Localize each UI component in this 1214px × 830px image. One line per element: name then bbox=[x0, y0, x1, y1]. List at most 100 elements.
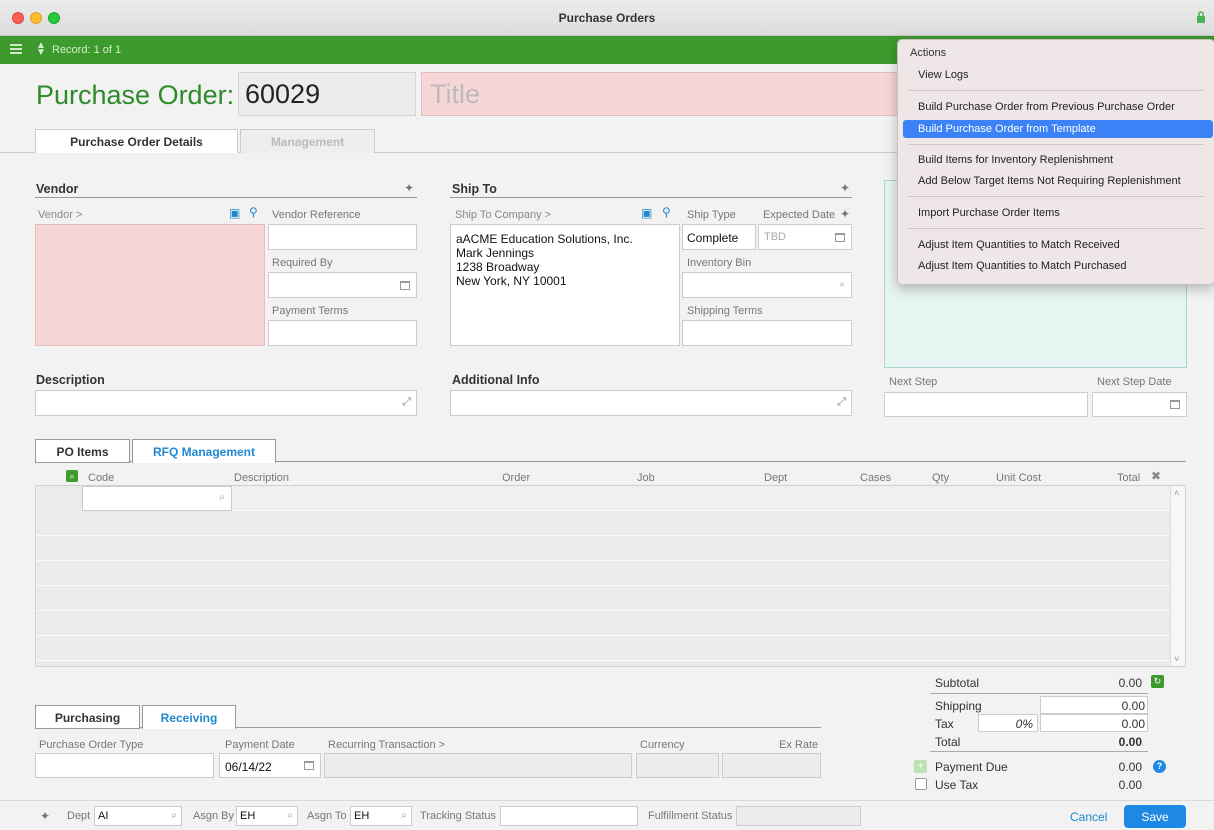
column-header[interactable]: Description bbox=[234, 472, 289, 484]
additional-info-input[interactable]: ⤢ bbox=[450, 390, 852, 416]
recalculate-icon[interactable]: ↻ bbox=[1151, 675, 1164, 688]
location-pin-icon[interactable]: ⚲ bbox=[662, 205, 671, 219]
ship-type-select[interactable]: Complete bbox=[682, 224, 756, 250]
tab-management[interactable]: Management bbox=[240, 129, 375, 153]
tax-input[interactable]: 0.00 bbox=[1040, 714, 1148, 732]
dept-input[interactable]: AI ⌕ bbox=[94, 806, 182, 826]
actions-menu[interactable]: Actions View Logs Build Purchase Order f… bbox=[897, 39, 1214, 285]
ship-to-address[interactable]: aACME Education Solutions, Inc. Mark Jen… bbox=[450, 224, 680, 346]
vendor-link[interactable]: Vendor > bbox=[38, 209, 82, 221]
expand-icon[interactable]: ⤢ bbox=[402, 396, 411, 409]
location-pin-icon[interactable]: ⚲ bbox=[249, 205, 258, 219]
asgn-by-input[interactable]: EH ⌕ bbox=[236, 806, 298, 826]
menu-item-adjust-received[interactable]: Adjust Item Quantities to Match Received bbox=[918, 239, 1120, 251]
table-row[interactable] bbox=[36, 636, 1170, 661]
list-icon[interactable] bbox=[10, 44, 22, 55]
add-payment-icon[interactable]: + bbox=[914, 760, 927, 773]
table-row[interactable] bbox=[36, 561, 1170, 586]
menu-item-import-items[interactable]: Import Purchase Order Items bbox=[918, 207, 1060, 219]
next-step-label: Next Step bbox=[889, 376, 938, 388]
lock-icon[interactable] bbox=[1196, 10, 1206, 24]
tab-po-items[interactable]: PO Items bbox=[35, 439, 130, 463]
tab-purchasing[interactable]: Purchasing bbox=[35, 705, 140, 729]
scroll-down-icon[interactable]: ˅ bbox=[1174, 654, 1179, 664]
tax-rate-input[interactable]: 0% bbox=[978, 714, 1038, 732]
next-step-input[interactable] bbox=[884, 392, 1088, 417]
vendor-section-title: Vendor bbox=[36, 182, 79, 196]
expected-date-input[interactable]: TBD bbox=[758, 224, 852, 250]
po-type-select[interactable] bbox=[35, 753, 214, 778]
shipping-input[interactable]: 0.00 bbox=[1040, 696, 1148, 714]
column-header[interactable]: Qty bbox=[932, 472, 949, 484]
cancel-button[interactable]: Cancel bbox=[1070, 810, 1107, 824]
table-row[interactable] bbox=[232, 486, 1170, 511]
scroll-up-icon[interactable]: ˄ bbox=[1174, 488, 1179, 498]
pin-icon[interactable]: ✦ bbox=[404, 181, 414, 195]
calendar-icon[interactable] bbox=[835, 233, 845, 242]
table-row[interactable] bbox=[36, 536, 1170, 561]
tracking-status-input[interactable] bbox=[500, 806, 638, 826]
inventory-bin-input[interactable]: ⌕ bbox=[682, 272, 852, 298]
pin-icon[interactable]: ✦ bbox=[840, 207, 850, 221]
clipboard-icon[interactable]: ▣ bbox=[641, 206, 652, 220]
table-row[interactable] bbox=[36, 586, 1170, 611]
table-row[interactable] bbox=[36, 611, 1170, 636]
pin-icon[interactable]: ✦ bbox=[840, 181, 850, 195]
expand-icon[interactable]: ⤢ bbox=[837, 396, 846, 409]
ship-to-company-link[interactable]: Ship To Company > bbox=[455, 209, 551, 221]
search-icon[interactable]: ⌕ bbox=[401, 810, 407, 821]
menu-item-view-logs[interactable]: View Logs bbox=[918, 69, 969, 81]
expected-date-label: Expected Date bbox=[763, 209, 836, 221]
calendar-icon[interactable] bbox=[1170, 400, 1180, 409]
column-header[interactable]: Cases bbox=[860, 472, 891, 484]
search-icon[interactable]: ⌕ bbox=[171, 810, 177, 821]
title-input[interactable]: Title bbox=[421, 72, 921, 116]
tab-purchase-order-details[interactable]: Purchase Order Details bbox=[35, 129, 238, 153]
vendor-reference-input[interactable] bbox=[268, 224, 417, 250]
record-stepper-icon[interactable]: ▲ ▼ bbox=[36, 41, 46, 58]
menu-item-adjust-purchased[interactable]: Adjust Item Quantities to Match Purchase… bbox=[918, 260, 1127, 272]
clipboard-icon[interactable]: ▣ bbox=[229, 206, 240, 220]
menu-item-build-from-template[interactable]: Build Purchase Order from Template bbox=[918, 123, 1096, 135]
required-by-input[interactable] bbox=[268, 272, 417, 298]
asgn-to-label: Asgn To bbox=[307, 810, 347, 822]
help-icon[interactable]: ? bbox=[1153, 760, 1166, 773]
shipping-terms-input[interactable] bbox=[682, 320, 852, 346]
tab-receiving[interactable]: Receiving bbox=[142, 705, 236, 729]
vendor-field[interactable] bbox=[35, 224, 265, 346]
use-tax-checkbox[interactable] bbox=[915, 778, 927, 790]
column-header[interactable]: Code bbox=[88, 472, 114, 484]
description-input[interactable]: ⤢ bbox=[35, 390, 417, 416]
next-step-date-input[interactable] bbox=[1092, 392, 1187, 417]
column-header[interactable]: Total bbox=[1117, 472, 1140, 484]
table-row[interactable] bbox=[36, 511, 1170, 536]
calendar-icon[interactable] bbox=[304, 761, 314, 770]
po-number-field[interactable]: 60029 bbox=[238, 72, 416, 116]
recurring-transaction-link[interactable]: Recurring Transaction > bbox=[328, 739, 445, 751]
menu-item-build-from-previous[interactable]: Build Purchase Order from Previous Purch… bbox=[918, 101, 1175, 113]
pin-icon[interactable]: ✦ bbox=[40, 809, 50, 823]
asgn-to-input[interactable]: EH ⌕ bbox=[350, 806, 412, 826]
payment-date-input[interactable]: 06/14/22 bbox=[219, 753, 321, 778]
subtotal-label: Subtotal bbox=[935, 676, 980, 690]
code-input[interactable]: ⌕ bbox=[82, 486, 232, 511]
scrollbar[interactable]: ˄ ˅ bbox=[1170, 486, 1185, 666]
search-icon[interactable]: ⌕ bbox=[219, 492, 225, 503]
calendar-icon[interactable] bbox=[400, 281, 410, 290]
column-settings-icon[interactable]: ✖ bbox=[1151, 469, 1161, 483]
payment-terms-input[interactable] bbox=[268, 320, 417, 346]
search-icon[interactable]: ⌕ bbox=[287, 810, 293, 821]
save-button[interactable]: Save bbox=[1124, 805, 1186, 828]
column-header[interactable]: Job bbox=[637, 472, 655, 484]
divider bbox=[930, 751, 1148, 752]
column-header[interactable]: Order bbox=[502, 472, 530, 484]
column-header[interactable]: Unit Cost bbox=[996, 472, 1041, 484]
tab-rfq-management[interactable]: RFQ Management bbox=[132, 439, 276, 463]
use-tax-label: Use Tax bbox=[935, 778, 979, 792]
column-header[interactable]: Dept bbox=[764, 472, 787, 484]
menu-item-add-below-target[interactable]: Add Below Target Items Not Requiring Rep… bbox=[918, 175, 1181, 187]
search-icon[interactable]: ⌕ bbox=[839, 279, 845, 290]
menu-item-build-replenishment[interactable]: Build Items for Inventory Replenishment bbox=[918, 154, 1113, 166]
search-items-icon[interactable]: ⌕ bbox=[66, 470, 78, 482]
po-items-grid[interactable]: ⌕ ˄ ˅ bbox=[35, 485, 1186, 667]
